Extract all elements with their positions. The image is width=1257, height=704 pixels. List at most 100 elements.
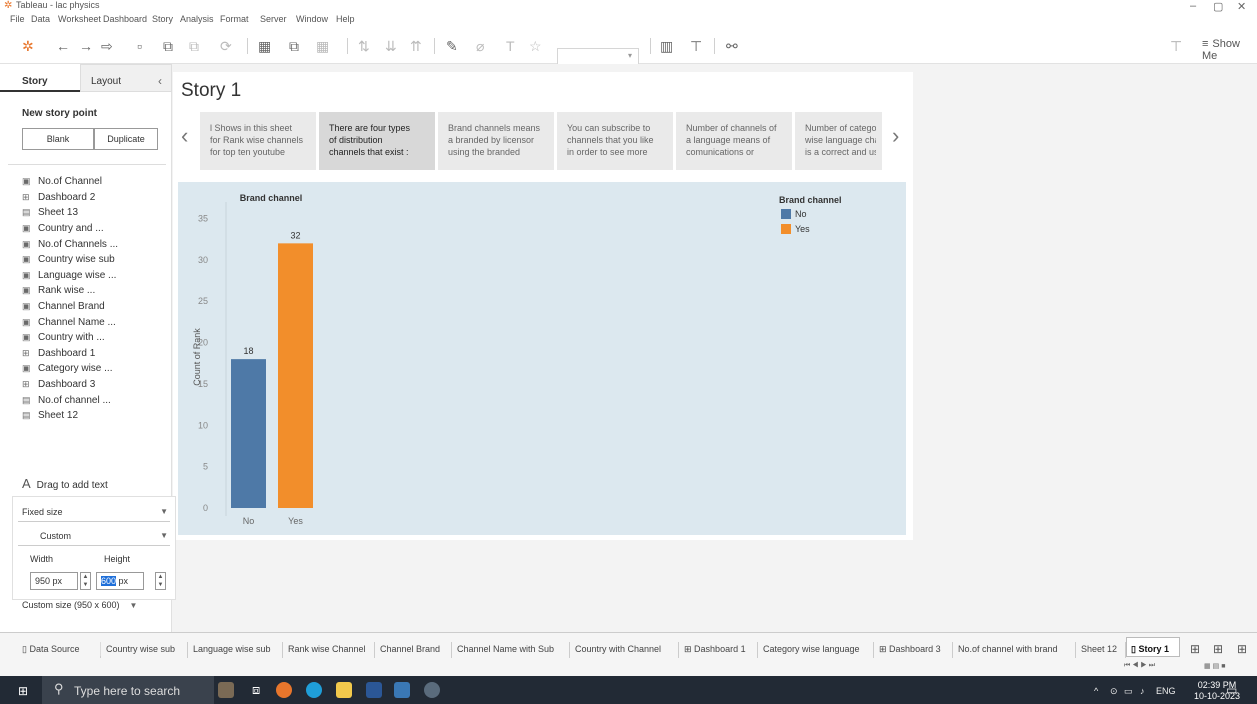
sheet-list-item[interactable]: ▣ Language wise ... bbox=[22, 268, 118, 284]
menu-analysis[interactable]: Analysis bbox=[180, 14, 214, 24]
height-input[interactable]: 600 px bbox=[96, 572, 144, 590]
file-explorer-icon[interactable] bbox=[336, 682, 352, 698]
sheet-list-item[interactable]: ▣ Country with ... bbox=[22, 330, 118, 346]
menu-file[interactable]: File bbox=[10, 14, 25, 24]
menu-server[interactable]: Server bbox=[260, 14, 287, 24]
story-point-2[interactable]: There are four types of distribution cha… bbox=[319, 112, 435, 170]
volume-icon[interactable]: ♪ bbox=[1140, 686, 1145, 696]
battery-icon[interactable]: ▭ bbox=[1124, 686, 1133, 697]
chevron-right-icon[interactable]: › bbox=[892, 123, 899, 149]
story-point-5[interactable]: Number of channels of a language means o… bbox=[676, 112, 792, 170]
new-story-icon[interactable]: ⊞ bbox=[1237, 642, 1247, 656]
new-worksheet-icon[interactable]: ⊞ bbox=[1190, 642, 1200, 656]
sheet-list-item[interactable]: ⊞ Dashboard 2 bbox=[22, 190, 118, 206]
chevron-left-icon[interactable]: ‹ bbox=[181, 123, 188, 149]
presentation-icon[interactable]: ⊤ bbox=[690, 38, 702, 54]
labels-icon[interactable]: T bbox=[506, 38, 515, 54]
sheet-list-item[interactable]: ▣ Category wise ... bbox=[22, 361, 118, 377]
sheet-list-item[interactable]: ▣ Rank wise ... bbox=[22, 283, 118, 299]
sheet-tab[interactable]: ⊞ Dashboard 1 bbox=[684, 644, 746, 655]
sort-desc-icon[interactable]: ⇈ bbox=[410, 38, 422, 54]
story-point-6[interactable]: Number of catego wise language cha is a … bbox=[795, 112, 882, 170]
sheet-list-item[interactable]: ▤ No.of channel ... bbox=[22, 392, 118, 408]
sheet-tab[interactable]: ▯ Story 1 bbox=[1131, 644, 1169, 655]
tray-chevron-icon[interactable]: ^ bbox=[1094, 686, 1098, 696]
minimize-icon[interactable]: – bbox=[1190, 0, 1196, 12]
view-toggle-icon[interactable]: ▦▤■ bbox=[1204, 662, 1227, 670]
tableau-taskbar-icon[interactable] bbox=[394, 682, 410, 698]
sheet-list-item[interactable]: ▤ Sheet 12 bbox=[22, 408, 118, 424]
notification-icon[interactable]: ▭ bbox=[1226, 683, 1237, 697]
refresh-icon[interactable]: ⟳ bbox=[220, 38, 232, 54]
collapse-icon[interactable]: ‹ bbox=[158, 74, 162, 88]
share-icon[interactable]: ⚯ bbox=[726, 38, 738, 54]
sheet-list-item[interactable]: ▤ Sheet 13 bbox=[22, 205, 118, 221]
story-point-1[interactable]: l Shows in this sheet for Rank wise chan… bbox=[200, 112, 316, 170]
group-icon[interactable]: ⌀ bbox=[476, 38, 484, 54]
sheet-list-item[interactable]: ▣ Country and ... bbox=[22, 221, 118, 237]
story-point-3[interactable]: Brand channels means a branded by licens… bbox=[438, 112, 554, 170]
sheet-tab[interactable]: ▯ Data Source bbox=[22, 644, 79, 655]
blank-button[interactable]: Blank bbox=[22, 128, 94, 150]
sheet-tab[interactable]: Country with Channel bbox=[575, 644, 661, 654]
height-stepper[interactable]: ▲ ▼ bbox=[155, 572, 166, 590]
swap-icon[interactable]: ⇅ bbox=[358, 38, 370, 54]
story-point-4[interactable]: You can subscribe to channels that you l… bbox=[557, 112, 673, 170]
sheet-tab[interactable]: Channel Name with Sub bbox=[457, 644, 554, 654]
task-view-icon[interactable]: ⧈ bbox=[252, 682, 260, 698]
width-stepper[interactable]: ▲ ▼ bbox=[80, 572, 91, 590]
sheet-list-item[interactable]: ▣ Country wise sub bbox=[22, 252, 118, 268]
menu-worksheet[interactable]: Worksheet bbox=[58, 14, 101, 24]
sheet-tab[interactable]: ⊞ Dashboard 3 bbox=[879, 644, 941, 655]
save-icon[interactable]: ▫ bbox=[137, 38, 142, 54]
new-dashboard-icon[interactable]: ⊞ bbox=[1213, 642, 1223, 656]
tab-story[interactable]: Story bbox=[0, 64, 80, 92]
sort-asc-icon[interactable]: ⇊ bbox=[385, 38, 397, 54]
pause-update-icon[interactable]: ⧉ bbox=[189, 38, 199, 54]
sheet-tab[interactable]: Channel Brand bbox=[380, 644, 440, 654]
drag-text-item[interactable]: A Drag to add text bbox=[22, 476, 108, 491]
redo-icon[interactable]: → bbox=[79, 38, 93, 54]
fixed-size-select[interactable]: Fixed size ▼ bbox=[18, 504, 170, 522]
windows-start-icon[interactable]: ⊞ bbox=[18, 684, 28, 698]
taskbar-search[interactable]: ⚲ Type here to search bbox=[42, 676, 214, 704]
sheet-list-item[interactable]: ▣ No.of Channels ... bbox=[22, 236, 118, 252]
paint-icon[interactable] bbox=[424, 682, 440, 698]
language-indicator[interactable]: ENG bbox=[1156, 686, 1176, 696]
new-sheet-icon[interactable]: ▦ bbox=[258, 38, 271, 54]
sheet-tab[interactable]: Country wise sub bbox=[106, 644, 175, 654]
menu-data[interactable]: Data bbox=[31, 14, 50, 24]
undo-icon[interactable]: ← bbox=[56, 38, 70, 54]
word-icon[interactable] bbox=[366, 682, 382, 698]
sheet-list-item[interactable]: ⊞ Dashboard 1 bbox=[22, 346, 118, 362]
network-icon[interactable]: ⊙ bbox=[1110, 686, 1118, 697]
nav-controls-icon[interactable]: ⏮◀▶⏭ bbox=[1124, 662, 1157, 670]
sheet-tab[interactable]: Language wise sub bbox=[193, 644, 271, 654]
menu-dashboard[interactable]: Dashboard bbox=[103, 14, 147, 24]
show-me-button[interactable]: ≡ Show Me bbox=[1202, 38, 1257, 62]
menu-format[interactable]: Format bbox=[220, 14, 249, 24]
cortana-icon[interactable] bbox=[218, 682, 234, 698]
edge-icon[interactable] bbox=[306, 682, 322, 698]
sheet-list-item[interactable]: ▣ Channel Name ... bbox=[22, 314, 118, 330]
replay-icon[interactable]: ⇨ bbox=[101, 38, 113, 54]
tableau-home-icon[interactable]: ✲ bbox=[22, 38, 34, 54]
sheet-list-item[interactable]: ▣ No.of Channel bbox=[22, 174, 118, 190]
sheet-tab[interactable]: Category wise language bbox=[763, 644, 860, 654]
new-datasource-icon[interactable]: ⧉ bbox=[163, 38, 173, 54]
highlight-icon[interactable]: ✎ bbox=[446, 38, 458, 54]
sheet-tab[interactable]: No.of channel with brand bbox=[958, 644, 1058, 654]
sheet-list-item[interactable]: ▣ Channel Brand bbox=[22, 299, 118, 315]
menu-story[interactable]: Story bbox=[152, 14, 173, 24]
fit-icon[interactable]: ▥ bbox=[660, 38, 673, 54]
tooltip-icon[interactable]: ⊤ bbox=[1170, 38, 1182, 54]
sheet-tab[interactable]: Sheet 12 bbox=[1081, 644, 1117, 654]
custom-select[interactable]: Custom ▼ bbox=[18, 528, 170, 546]
menu-window[interactable]: Window bbox=[296, 14, 328, 24]
pin-icon[interactable]: ☆ bbox=[529, 38, 542, 54]
firefox-icon[interactable] bbox=[276, 682, 292, 698]
sheet-tab[interactable]: Rank wise Channel bbox=[288, 644, 366, 654]
clear-sheet-icon[interactable]: ▦ bbox=[316, 38, 329, 54]
width-input[interactable]: 950 px bbox=[30, 572, 78, 590]
menu-help[interactable]: Help bbox=[336, 14, 355, 24]
